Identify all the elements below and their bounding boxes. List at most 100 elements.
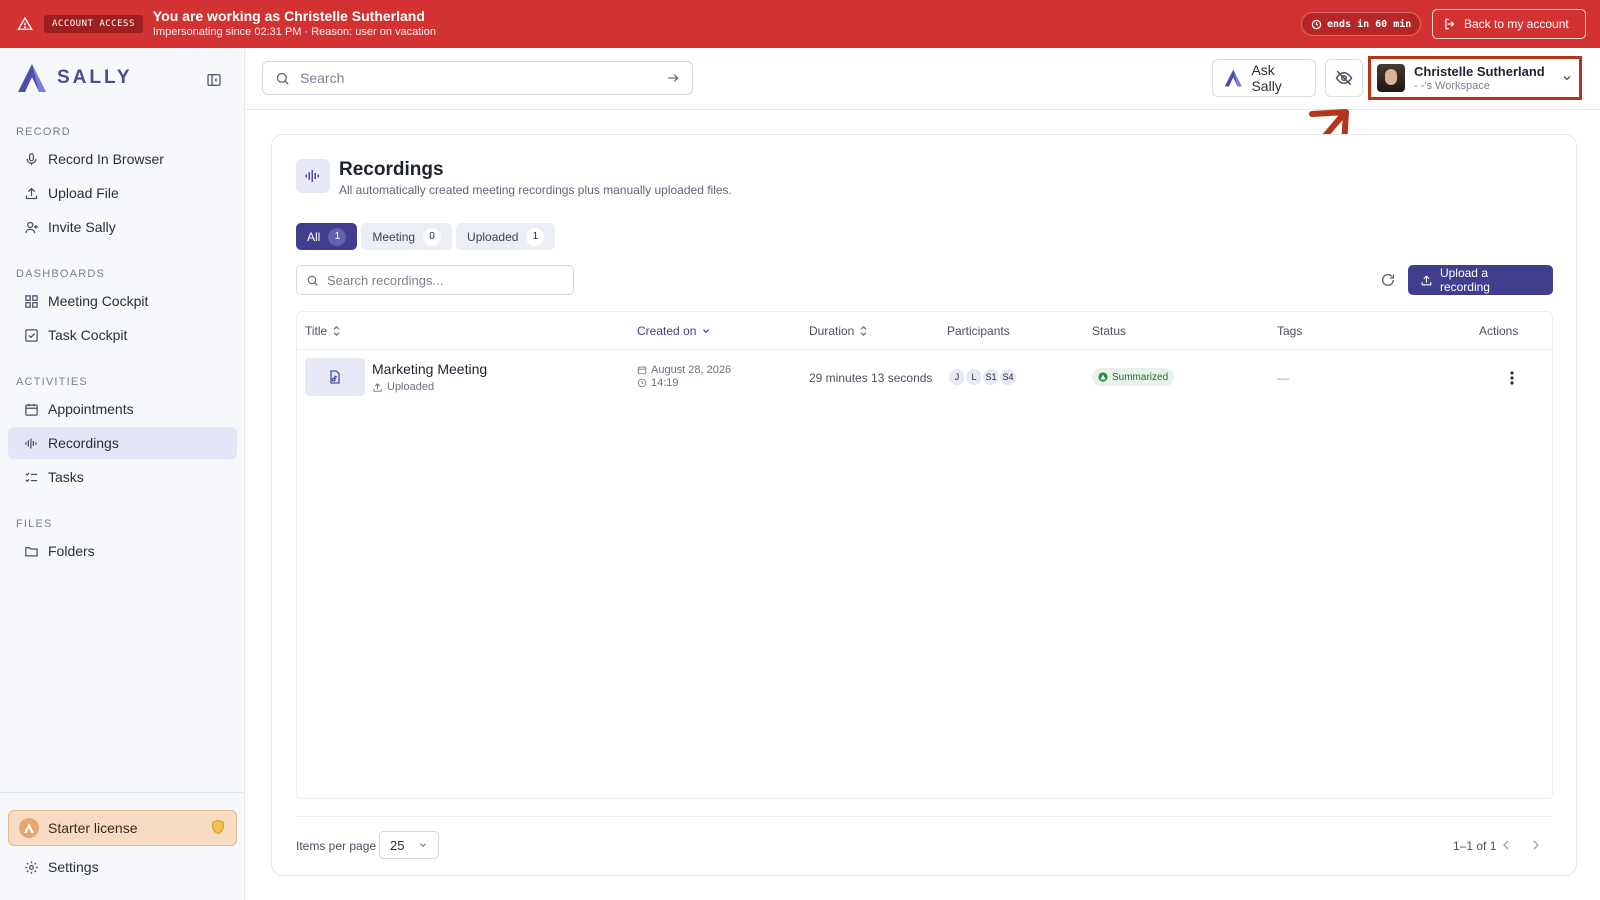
sidebar-item-label: Record In Browser	[48, 151, 164, 167]
sidebar-item-label: Invite Sally	[48, 219, 116, 235]
table-header: Title Created on Duration Participants S…	[297, 312, 1552, 350]
sidebar-item-label: Meeting Cockpit	[48, 293, 149, 309]
gear-icon	[25, 860, 38, 874]
column-label: Title	[305, 324, 328, 338]
sidebar-item-label: Tasks	[48, 469, 84, 485]
sidebar-item-meeting-cockpit[interactable]: Meeting Cockpit	[8, 285, 237, 317]
sort-icon	[333, 326, 340, 336]
sidebar-divider	[0, 792, 245, 793]
sidebar-item-label: Settings	[48, 859, 99, 875]
impersonation-banner: ACCOUNT ACCESS You are working as Christ…	[0, 0, 1600, 48]
sidebar: SALLY RECORD Record In Browser Upload Fi…	[0, 48, 245, 900]
tab-count: 1	[526, 227, 545, 246]
recording-source: Uploaded	[372, 381, 434, 393]
sidebar-item-settings[interactable]: Settings	[8, 851, 237, 883]
column-actions: Actions	[1479, 324, 1519, 338]
banner-subtitle: Impersonating since 02:31 PM · Reason: u…	[152, 26, 436, 38]
account-access-badge: ACCOUNT ACCESS	[44, 15, 143, 33]
recordings-table: Title Created on Duration Participants S…	[296, 311, 1553, 799]
back-label: Back to my account	[1464, 17, 1569, 31]
user-name: Christelle Sutherland	[1414, 63, 1545, 79]
items-per-page-label: Items per page	[296, 839, 377, 853]
chevron-right-icon[interactable]	[1528, 837, 1544, 853]
column-duration[interactable]: Duration	[809, 324, 868, 338]
filter-tabs: All 1 Meeting 0 Uploaded 1	[296, 223, 556, 250]
column-tags: Tags	[1277, 324, 1303, 338]
created-time: 14:19	[651, 377, 679, 389]
sidebar-item-folders[interactable]: Folders	[8, 535, 237, 567]
checkbox-icon	[25, 328, 38, 342]
user-menu[interactable]: Christelle Sutherland - -'s Workspace	[1368, 56, 1582, 100]
app-name: SALLY	[57, 67, 133, 88]
arrow-right-icon[interactable]	[666, 71, 680, 85]
logout-icon	[1445, 18, 1455, 30]
sidebar-item-label: Folders	[48, 543, 95, 559]
search-icon	[307, 275, 318, 286]
table-row[interactable]: Marketing Meeting Uploaded August 28, 20…	[297, 350, 1552, 406]
sidebar-item-upload-file[interactable]: Upload File	[8, 177, 237, 209]
folder-icon	[25, 546, 38, 556]
tab-label: All	[307, 229, 321, 244]
section-activities: ACTIVITIES	[16, 376, 88, 388]
tab-uploaded[interactable]: Uploaded 1	[456, 223, 556, 250]
sally-status-icon	[1098, 372, 1108, 382]
banner-title: You are working as Christelle Sutherland	[152, 8, 425, 24]
sidebar-item-record-in-browser[interactable]: Record In Browser	[8, 143, 237, 175]
license-label: Starter license	[48, 820, 138, 836]
more-vertical-icon[interactable]	[1504, 369, 1520, 387]
recordings-card: Recordings All automatically created mee…	[271, 134, 1577, 876]
chevron-left-icon[interactable]	[1498, 837, 1514, 853]
created-on: August 28, 2026 14:19	[637, 364, 731, 389]
grid-icon	[25, 294, 38, 308]
status-badge: Summarized	[1092, 368, 1175, 386]
avatar	[1377, 64, 1405, 92]
sort-icon	[860, 326, 867, 336]
footer-divider	[296, 816, 1553, 817]
upload-label: Upload a recording	[1439, 266, 1490, 294]
privacy-toggle-button[interactable]	[1325, 59, 1363, 97]
search-input[interactable]	[300, 70, 656, 86]
back-to-account-button[interactable]: Back to my account	[1432, 9, 1586, 39]
refresh-icon[interactable]	[1380, 272, 1396, 288]
ask-sally-button[interactable]: Ask Sally	[1212, 59, 1316, 97]
column-title[interactable]: Title	[305, 324, 341, 338]
section-files: FILES	[16, 518, 53, 530]
status-label: Summarized	[1112, 371, 1169, 383]
upload-recording-button[interactable]: Upload a recording	[1408, 265, 1553, 295]
upload-icon	[1421, 274, 1432, 285]
sidebar-item-tasks[interactable]: Tasks	[8, 461, 237, 493]
duration: 29 minutes 13 seconds	[809, 371, 933, 385]
sidebar-item-invite-sally[interactable]: Invite Sally	[8, 211, 237, 243]
sidebar-item-appointments[interactable]: Appointments	[8, 393, 237, 425]
calendar-icon	[25, 403, 38, 416]
app-logo[interactable]: SALLY	[15, 62, 133, 94]
chevron-down-icon	[703, 329, 710, 334]
file-audio-icon	[305, 358, 365, 396]
tab-meeting[interactable]: Meeting 0	[361, 223, 453, 250]
sidebar-item-label: Task Cockpit	[48, 327, 128, 343]
audio-wave-icon	[25, 438, 37, 448]
recordings-search-input[interactable]	[327, 272, 564, 288]
page-title: Recordings	[339, 159, 444, 180]
sidebar-item-recordings[interactable]: Recordings	[8, 427, 237, 459]
tab-count: 1	[328, 227, 347, 246]
license-avatar-icon	[19, 818, 39, 838]
workspace-name: - -'s Workspace	[1414, 79, 1490, 92]
eye-off-icon	[1335, 70, 1353, 86]
recordings-search[interactable]	[296, 265, 574, 295]
sidebar-item-task-cockpit[interactable]: Task Cockpit	[8, 319, 237, 351]
recording-title[interactable]: Marketing Meeting	[372, 361, 487, 377]
tab-label: Uploaded	[467, 229, 519, 244]
topbar: Ask Sally Christelle Sutherland - -'s Wo…	[246, 48, 1600, 110]
global-search[interactable]	[262, 61, 693, 95]
upload-icon	[373, 382, 382, 392]
collapse-sidebar-icon[interactable]	[206, 72, 222, 88]
participant-avatar: S4	[998, 367, 1018, 387]
items-per-page-select[interactable]: 25	[379, 831, 439, 859]
column-created-on[interactable]: Created on	[637, 324, 711, 338]
tab-label: Meeting	[372, 229, 416, 244]
tab-all[interactable]: All 1	[296, 223, 358, 250]
starter-license-button[interactable]: Starter license	[8, 810, 237, 846]
column-participants: Participants	[947, 324, 1010, 338]
clock-icon	[637, 378, 647, 388]
